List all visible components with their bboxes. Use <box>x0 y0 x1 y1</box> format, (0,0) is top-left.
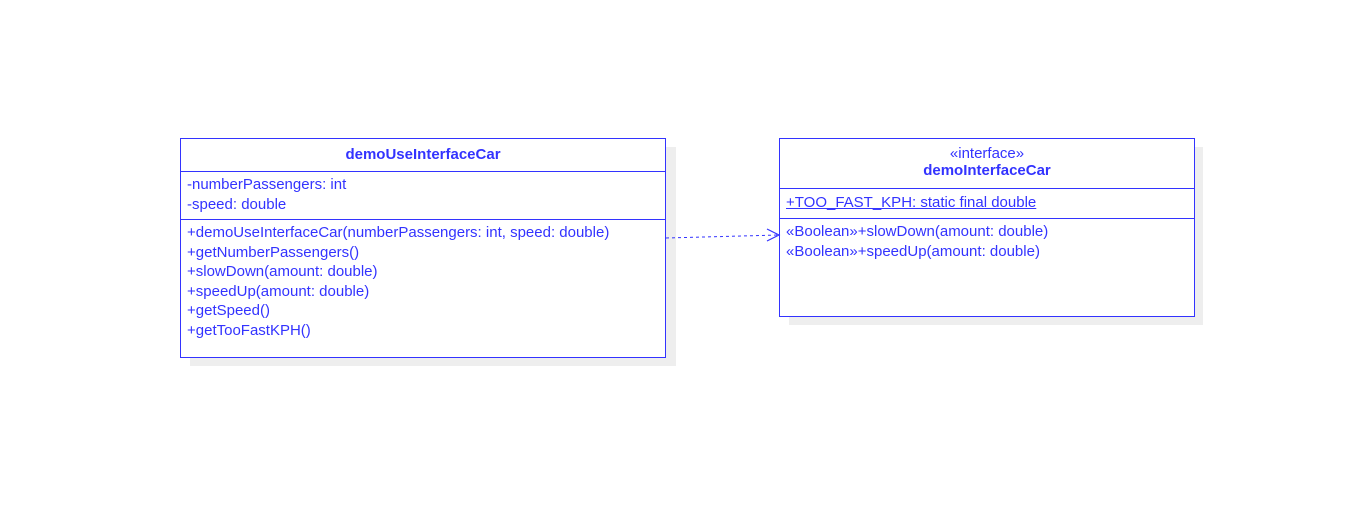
dependency-connector <box>665 228 781 242</box>
dependency-line <box>665 234 780 239</box>
